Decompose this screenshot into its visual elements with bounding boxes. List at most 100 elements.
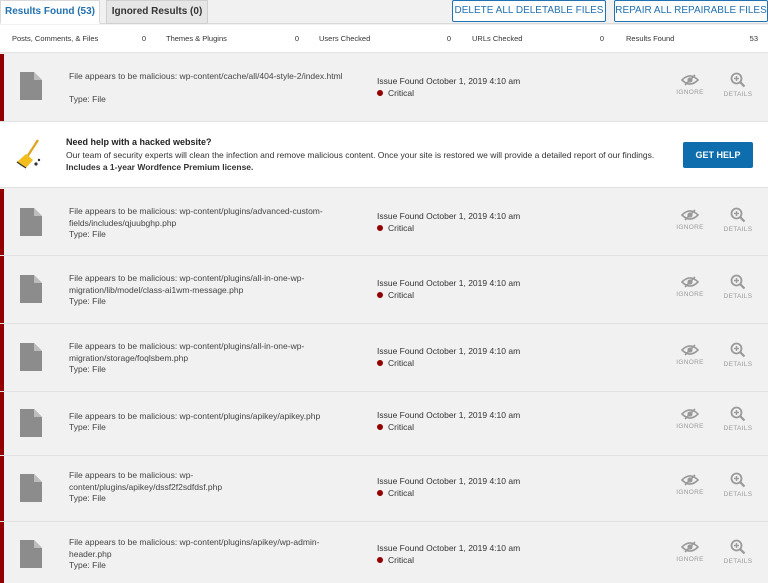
ignore-button[interactable]: IGNORE xyxy=(670,408,710,430)
critical-dot-icon xyxy=(377,292,383,298)
file-icon xyxy=(20,208,42,236)
issue-found-date: Issue Found October 1, 2019 4:10 am xyxy=(377,278,521,288)
stat-label: Results Found xyxy=(626,34,675,43)
stat-users-checked: Users Checked 0 xyxy=(319,25,457,53)
help-text: Our team of security experts will clean … xyxy=(66,150,655,172)
issue-found-date: Issue Found October 1, 2019 4:10 am xyxy=(377,410,521,420)
issue-found-date: Issue Found October 1, 2019 4:10 am xyxy=(377,346,521,356)
issue-row[interactable]: File appears to be malicious: wp-content… xyxy=(0,189,768,256)
results-tabs-bar: Results Found (53) Ignored Results (0) D… xyxy=(0,0,768,24)
stat-label: Users Checked xyxy=(319,34,371,43)
delete-all-deletable-button[interactable]: DELETE ALL DELETABLE FILES xyxy=(452,0,606,22)
file-icon xyxy=(20,72,42,100)
issue-type: Type: File xyxy=(69,94,106,104)
issue-title: File appears to be malicious: wp-content… xyxy=(69,71,343,81)
issue-found-date: Issue Found October 1, 2019 4:10 am xyxy=(377,476,521,486)
issue-title: File appears to be malicious: wp-content… xyxy=(69,537,320,559)
tab-ignored-results[interactable]: Ignored Results (0) xyxy=(106,0,208,24)
stat-value: 53 xyxy=(749,34,758,43)
stat-urls-checked: URLs Checked 0 xyxy=(472,25,610,53)
zoom-details-icon xyxy=(730,406,746,422)
critical-dot-icon xyxy=(377,225,383,231)
issue-type: Type: File xyxy=(69,229,106,239)
tab-results-found[interactable]: Results Found (53) xyxy=(0,0,100,24)
issue-row[interactable]: File appears to be malicious: wp-content… xyxy=(0,456,768,522)
severity-label: Critical xyxy=(377,290,414,300)
stat-posts-comments-files: Posts, Comments, & Files 0 xyxy=(12,25,152,53)
issue-title: File appears to be malicious: wp-content… xyxy=(69,470,223,492)
file-icon xyxy=(20,275,42,303)
eye-slash-icon xyxy=(681,474,699,486)
severity-label: Critical xyxy=(377,488,414,498)
severity-label: Critical xyxy=(377,358,414,368)
issue-row[interactable]: File appears to be malicious: wp-content… xyxy=(0,256,768,324)
zoom-details-icon xyxy=(730,207,746,223)
issue-row[interactable]: File appears to be malicious: wp-content… xyxy=(0,324,768,392)
help-heading: Need help with a hacked website? xyxy=(66,137,212,147)
critical-dot-icon xyxy=(377,360,383,366)
eye-slash-icon xyxy=(681,209,699,221)
details-button[interactable]: DETAILS xyxy=(718,406,758,432)
critical-dot-icon xyxy=(377,90,383,96)
critical-dot-icon xyxy=(377,424,383,430)
severity-bar xyxy=(0,256,4,323)
severity-label: Critical xyxy=(377,422,414,432)
critical-dot-icon xyxy=(377,490,383,496)
issue-type: Type: File xyxy=(69,422,106,432)
stat-value: 0 xyxy=(294,34,299,43)
issue-row[interactable]: File appears to be malicious: wp-content… xyxy=(0,54,768,122)
details-button[interactable]: DETAILS xyxy=(718,539,758,565)
severity-bar xyxy=(0,189,4,255)
details-button[interactable]: DETAILS xyxy=(718,207,758,233)
stat-label: Posts, Comments, & Files xyxy=(12,34,99,43)
zoom-details-icon xyxy=(730,539,746,555)
ignore-button[interactable]: IGNORE xyxy=(670,74,710,96)
eye-slash-icon xyxy=(681,541,699,553)
severity-bar xyxy=(0,456,4,521)
issue-found-date: Issue Found October 1, 2019 4:10 am xyxy=(377,211,521,221)
stat-value: 0 xyxy=(141,34,146,43)
zoom-details-icon xyxy=(730,342,746,358)
stat-results-found: Results Found 53 xyxy=(626,25,764,53)
issue-title: File appears to be malicious: wp-content… xyxy=(69,273,305,295)
issue-type: Type: File xyxy=(69,560,106,570)
issue-row[interactable]: File appears to be malicious: wp-content… xyxy=(0,392,768,456)
broom-icon xyxy=(16,139,41,169)
ignore-button[interactable]: IGNORE xyxy=(670,541,710,563)
severity-label: Critical xyxy=(377,223,414,233)
stat-themes-plugins: Themes & Plugins 0 xyxy=(166,25,305,53)
repair-all-repairable-button[interactable]: REPAIR ALL REPAIRABLE FILES xyxy=(614,0,768,22)
eye-slash-icon xyxy=(681,344,699,356)
zoom-details-icon xyxy=(730,472,746,488)
severity-bar xyxy=(0,324,4,391)
ignore-button[interactable]: IGNORE xyxy=(670,276,710,298)
file-icon xyxy=(20,540,42,568)
severity-bar xyxy=(0,392,4,455)
stat-label: Themes & Plugins xyxy=(166,34,227,43)
ignore-button[interactable]: IGNORE xyxy=(670,344,710,366)
issue-found-date: Issue Found October 1, 2019 4:10 am xyxy=(377,76,521,86)
details-button[interactable]: DETAILS xyxy=(718,72,758,98)
severity-label: Critical xyxy=(377,555,414,565)
issue-title: File appears to be malicious: wp-content… xyxy=(69,411,321,421)
severity-label: Critical xyxy=(377,88,414,98)
stat-label: URLs Checked xyxy=(472,34,523,43)
details-button[interactable]: DETAILS xyxy=(718,472,758,498)
details-button[interactable]: DETAILS xyxy=(718,274,758,300)
scan-stats-row: Posts, Comments, & Files 0 Themes & Plug… xyxy=(0,25,768,53)
eye-slash-icon xyxy=(681,408,699,420)
file-icon xyxy=(20,343,42,371)
severity-bar xyxy=(0,54,4,121)
eye-slash-icon xyxy=(681,276,699,288)
get-help-button[interactable]: GET HELP xyxy=(683,142,753,168)
eye-slash-icon xyxy=(681,74,699,86)
issue-type: Type: File xyxy=(69,493,106,503)
issue-title: File appears to be malicious: wp-content… xyxy=(69,206,323,228)
zoom-details-icon xyxy=(730,274,746,290)
details-button[interactable]: DETAILS xyxy=(718,342,758,368)
ignore-button[interactable]: IGNORE xyxy=(670,474,710,496)
issue-row[interactable]: File appears to be malicious: wp-content… xyxy=(0,522,768,583)
severity-bar xyxy=(0,522,4,583)
stat-value: 0 xyxy=(446,34,451,43)
ignore-button[interactable]: IGNORE xyxy=(670,209,710,231)
